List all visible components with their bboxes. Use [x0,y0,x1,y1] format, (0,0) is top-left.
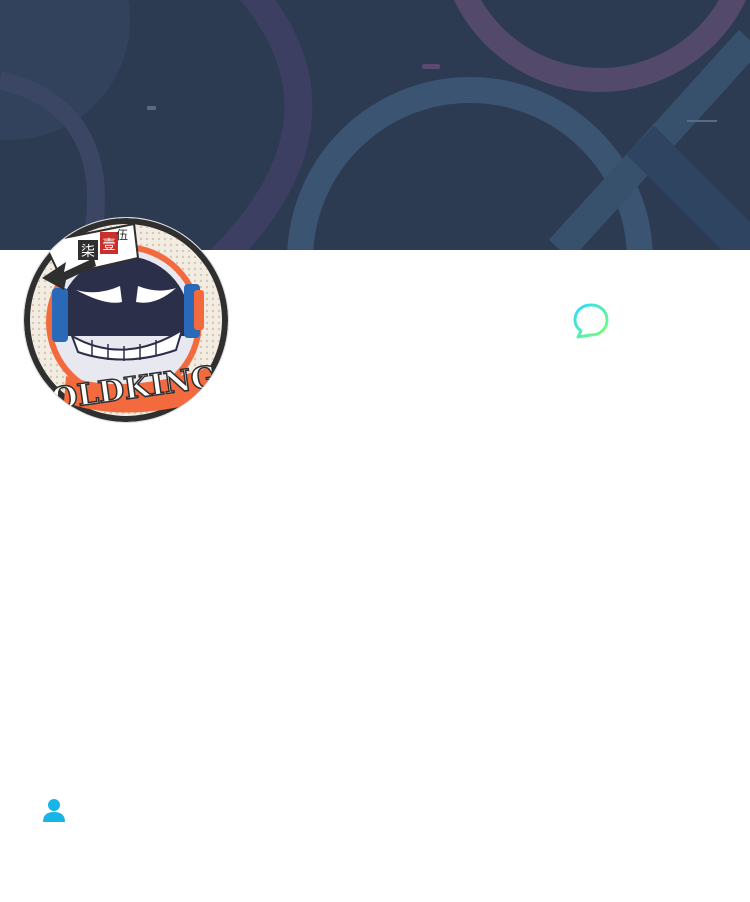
chat-bubble-icon [573,303,609,339]
oldking-logo: 柒 壹 伍 OLDKING [24,218,228,422]
banner-pattern [0,0,750,250]
profile-avatar[interactable]: 柒 壹 伍 OLDKING [24,218,228,422]
badge-char-1: 柒 [81,244,95,260]
badge-char-3: 伍 [116,228,128,242]
profile-banner [0,0,750,250]
user-button[interactable] [40,796,68,824]
user-icon [43,799,65,822]
chat-button[interactable] [570,302,612,342]
badge-char-2: 壹 [102,238,115,253]
profile-page: 柒 壹 伍 OLDKING [0,0,750,902]
